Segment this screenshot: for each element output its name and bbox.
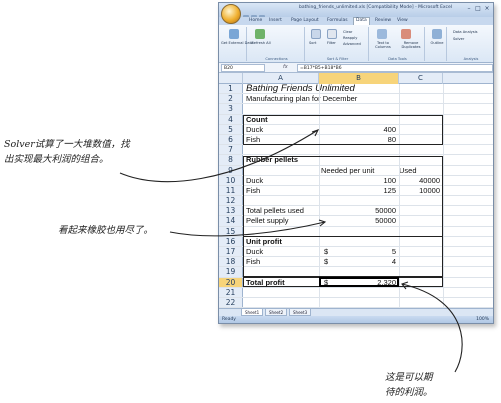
pellets-note: 看起来橡胶也用尽了。 [58, 225, 154, 236]
pellets-arrow [169, 221, 326, 237]
office-button[interactable] [221, 4, 241, 24]
solver-note-line2: 出实现最大利润的组合。 [4, 153, 109, 165]
profit-note-line1: 这是可以期 [385, 372, 433, 383]
profit-note: 这是可以期 待的利润。 [385, 371, 433, 400]
solver-note: Solver试算了一大堆数值，找 出实现最大利润的组合。 [4, 138, 130, 167]
annotation-arrows [119, 129, 463, 373]
profit-arrow [401, 283, 463, 373]
solver-arrow [119, 129, 319, 183]
solver-note-line1: Solver试算了一大堆数值，找 [4, 139, 130, 150]
profit-note-line2: 待的利润。 [385, 386, 433, 398]
